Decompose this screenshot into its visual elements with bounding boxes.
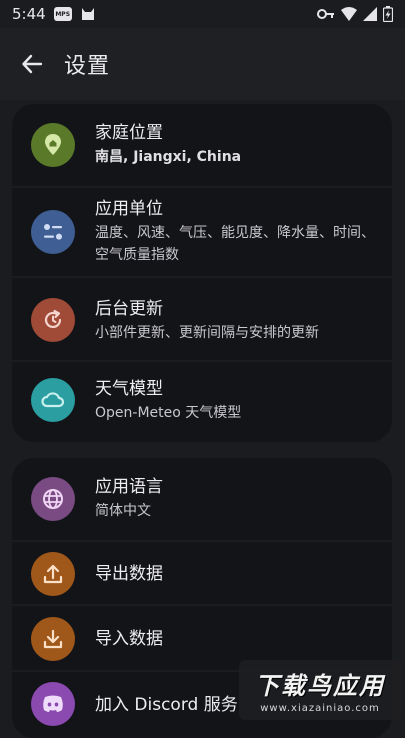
status-time: 5:44 <box>12 5 46 23</box>
setting-background-updates[interactable]: 后台更新 小部件更新、更新间隔与安排的更新 <box>12 278 392 362</box>
download-icon <box>31 617 75 661</box>
globe-icon <box>31 477 75 521</box>
setting-text: 应用语言 简体中文 <box>95 476 378 522</box>
setting-title: 导出数据 <box>95 563 378 585</box>
battery-charging-icon <box>383 6 393 22</box>
settings-group-location: 家庭位置 南昌, Jiangxi, China 应用单位 温度、风速、气压、能见… <box>12 104 392 442</box>
setting-subtitle: 简体中文 <box>95 500 378 522</box>
setting-title: 家庭位置 <box>95 122 378 144</box>
cloud-icon <box>31 378 75 422</box>
setting-subtitle: 小部件更新、更新间隔与安排的更新 <box>95 322 378 344</box>
setting-app-units[interactable]: 应用单位 温度、风速、气压、能见度、降水量、时间、空气质量指数 <box>12 188 392 278</box>
watermark-url: www.xiazainiao.com <box>260 703 380 714</box>
setting-subtitle: 温度、风速、气压、能见度、降水量、时间、空气质量指数 <box>95 222 378 266</box>
arrow-left-icon <box>21 53 43 75</box>
sliders-icon <box>31 210 75 254</box>
setting-title: 应用语言 <box>95 476 378 498</box>
setting-text: 应用单位 温度、风速、气压、能见度、降水量、时间、空气质量指数 <box>95 198 378 266</box>
setting-subtitle: 南昌, Jiangxi, China <box>95 146 378 168</box>
setting-weather-model[interactable]: 天气模型 Open-Meteo 天气模型 <box>12 362 392 442</box>
setting-home-location[interactable]: 家庭位置 南昌, Jiangxi, China <box>12 104 392 188</box>
setting-text: 后台更新 小部件更新、更新间隔与安排的更新 <box>95 298 378 344</box>
setting-title: 导入数据 <box>95 628 378 650</box>
discord-icon <box>31 682 75 726</box>
status-icons <box>317 6 393 22</box>
watermark: 下载鸟应用 www.xiazainiao.com <box>239 660 401 720</box>
back-button[interactable] <box>10 42 54 86</box>
setting-export-data[interactable]: 导出数据 <box>12 542 392 606</box>
setting-text: 导出数据 <box>95 563 378 585</box>
upload-icon <box>31 552 75 596</box>
status-bar: 5:44 MPS <box>0 0 405 28</box>
setting-text: 天气模型 Open-Meteo 天气模型 <box>95 378 378 424</box>
wifi-icon <box>341 7 357 21</box>
page-title: 设置 <box>64 48 110 80</box>
setting-title: 天气模型 <box>95 378 378 400</box>
key-icon <box>317 8 335 20</box>
location-pin-icon <box>31 123 75 167</box>
setting-title: 应用单位 <box>95 198 378 220</box>
setting-text: 导入数据 <box>95 628 378 650</box>
cat-icon <box>80 6 96 22</box>
setting-app-language[interactable]: 应用语言 简体中文 <box>12 458 392 542</box>
app-bar: 设置 <box>0 28 405 100</box>
mps-badge-icon: MPS <box>54 7 72 21</box>
setting-subtitle: Open-Meteo 天气模型 <box>95 402 378 424</box>
setting-title: 后台更新 <box>95 298 378 320</box>
signal-icon <box>363 7 377 21</box>
refresh-clock-icon <box>31 298 75 342</box>
setting-text: 家庭位置 南昌, Jiangxi, China <box>95 122 378 168</box>
watermark-main: 下载鸟应用 <box>255 666 385 701</box>
